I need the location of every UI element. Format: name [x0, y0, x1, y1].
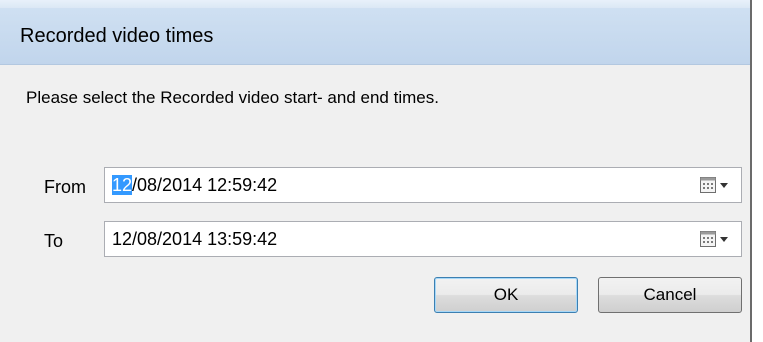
window-right-edge	[750, 0, 763, 342]
from-label: From	[44, 177, 86, 197]
to-label: To	[44, 231, 64, 251]
instructions-text: Please select the Recorded video start- …	[26, 88, 439, 107]
calendar-dropdown-icon[interactable]	[699, 229, 733, 249]
to-datetime-value: 12/08/2014 13:59:42	[112, 229, 278, 249]
window-top-edge	[0, 0, 763, 8]
from-selected-segment: 12	[112, 175, 133, 195]
calendar-dropdown-icon[interactable]	[699, 175, 733, 195]
from-datetime-value: 12/08/2014 12:59:42	[112, 175, 277, 196]
from-datetime-picker[interactable]: 12/08/2014 12:59:42	[104, 167, 742, 203]
dialog-content: Please select the Recorded video start- …	[0, 65, 750, 342]
ok-button[interactable]: OK	[434, 277, 578, 313]
from-value-rest: /08/2014 12:59:42	[132, 175, 278, 195]
window-title: Recorded video times	[20, 25, 214, 47]
cancel-button[interactable]: Cancel	[598, 277, 742, 313]
title-bar[interactable]: Recorded video times	[0, 8, 750, 65]
dialog-window: Recorded video times Please select the R…	[0, 0, 763, 342]
to-datetime-picker[interactable]: 12/08/2014 13:59:42	[104, 221, 742, 257]
